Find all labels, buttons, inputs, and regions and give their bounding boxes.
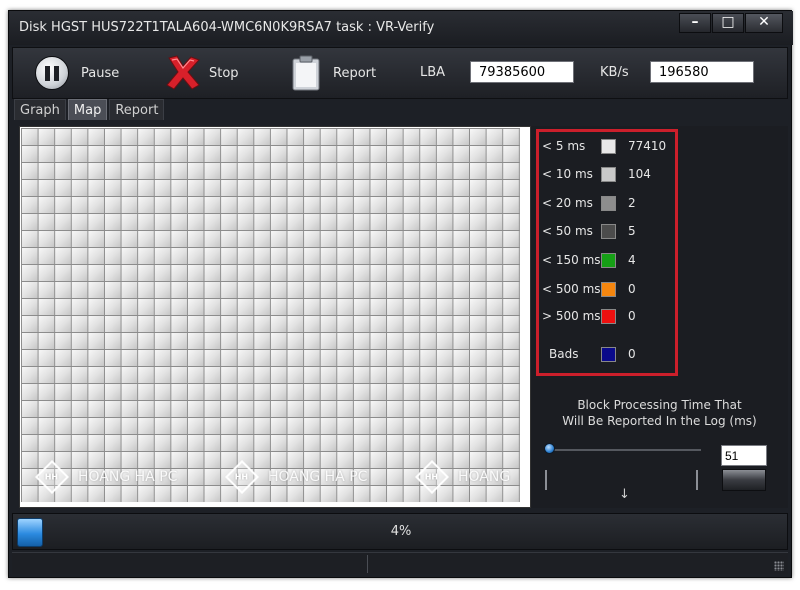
stop-label: Stop (209, 65, 239, 81)
progress-panel: 4% (12, 513, 788, 550)
legend-row: < 10 ms 104 (539, 165, 675, 185)
watermark: HH HOANG HA PC (35, 460, 177, 494)
legend-row: < 150 ms 4 (539, 251, 675, 271)
stop-button[interactable]: Stop (163, 54, 239, 92)
legend-count: 0 (628, 347, 636, 361)
threshold-slider-track[interactable] (549, 449, 701, 451)
watermark: HH HOANG HA PC (225, 460, 367, 494)
legend-count: 0 (628, 282, 636, 296)
legend-row: Bads 0 (539, 345, 675, 365)
legend-count: 77410 (628, 139, 667, 153)
legend-label: < 50 ms (542, 224, 593, 238)
slider-tick (545, 470, 547, 490)
legend-swatch (601, 309, 616, 324)
legend-count: 2 (628, 196, 636, 210)
threshold-slider-thumb[interactable] (544, 443, 555, 454)
kbs-field[interactable] (650, 61, 754, 83)
toolbar: Pause Stop Report LBA KB/s (12, 47, 788, 99)
legend-row: < 20 ms 2 (539, 194, 675, 214)
report-label: Report (333, 65, 377, 81)
pause-icon (35, 56, 69, 90)
lba-label: LBA (420, 65, 446, 80)
lba-field[interactable] (470, 61, 574, 83)
legend-count: 0 (628, 309, 636, 323)
tab-strip: Graph Map Report (14, 99, 166, 121)
legend-label: < 500 ms (542, 282, 601, 296)
tab-graph[interactable]: Graph (14, 99, 66, 120)
window-controls: – □ ✕ (678, 13, 783, 33)
watermark-logo-icon: HH (415, 460, 449, 494)
legend-label: < 150 ms (542, 253, 601, 267)
progress-percent: 4% (390, 524, 412, 539)
minimize-button[interactable]: – (679, 13, 711, 33)
legend-row: < 5 ms 77410 (539, 137, 675, 157)
threshold-caption-line2: Will Be Reported In the Log (ms) (562, 414, 757, 428)
window-title: Disk HGST HUS722T1TALA604-WMC6N0K9RSA7 t… (19, 20, 435, 35)
clipboard-icon (292, 55, 320, 91)
watermark-logo-icon: HH (225, 460, 259, 494)
legend-count: 5 (628, 224, 636, 238)
latency-legend: < 5 ms 77410 < 10 ms 104 < 20 ms 2 < 50 … (536, 129, 678, 376)
legend-swatch (601, 253, 616, 268)
legend-row: > 500 ms 0 (539, 307, 675, 327)
legend-count: 4 (628, 253, 636, 267)
legend-label: < 5 ms (542, 139, 586, 153)
sector-grid (21, 128, 520, 502)
watermark: HH HOANG (415, 460, 510, 494)
pause-label: Pause (81, 65, 120, 81)
kbs-label: KB/s (600, 65, 629, 80)
app-window: Disk HGST HUS722T1TALA604-WMC6N0K9RSA7 t… (8, 10, 793, 578)
legend-swatch (601, 167, 616, 182)
legend-label: > 500 ms (542, 309, 601, 323)
legend-row: < 500 ms 0 (539, 280, 675, 300)
report-button[interactable]: Report (291, 54, 376, 92)
maximize-button[interactable]: □ (712, 13, 744, 33)
threshold-spin-button[interactable] (722, 469, 766, 491)
slider-tick (696, 470, 698, 490)
legend-swatch (601, 139, 616, 154)
down-arrow-icon: ↓ (619, 487, 630, 502)
close-button[interactable]: ✕ (745, 13, 783, 33)
tab-report[interactable]: Report (109, 99, 165, 120)
legend-row: < 50 ms 5 (539, 222, 675, 242)
resize-grip[interactable] (774, 561, 784, 571)
sector-map: HH HOANG HA PC HH HOANG HA PC HH HOANG (19, 126, 531, 508)
threshold-value-field[interactable] (721, 445, 767, 466)
legend-swatch (601, 282, 616, 297)
legend-label: < 10 ms (542, 167, 593, 181)
status-bar (12, 552, 788, 574)
right-panel: < 5 ms 77410 < 10 ms 104 < 20 ms 2 < 50 … (531, 126, 788, 508)
pause-button[interactable]: Pause (35, 54, 119, 92)
legend-label: Bads (549, 347, 579, 361)
legend-swatch (601, 224, 616, 239)
watermark-logo-icon: HH (35, 460, 69, 494)
status-bar-divider (367, 555, 368, 573)
legend-count: 104 (628, 167, 651, 181)
threshold-caption-line1: Block Processing Time That (577, 398, 742, 412)
legend-label: < 20 ms (542, 196, 593, 210)
tab-map[interactable]: Map (67, 99, 108, 120)
title-bar: Disk HGST HUS722T1TALA604-WMC6N0K9RSA7 t… (9, 11, 793, 45)
stop-icon (166, 55, 200, 90)
legend-swatch (601, 347, 616, 362)
legend-swatch (601, 196, 616, 211)
